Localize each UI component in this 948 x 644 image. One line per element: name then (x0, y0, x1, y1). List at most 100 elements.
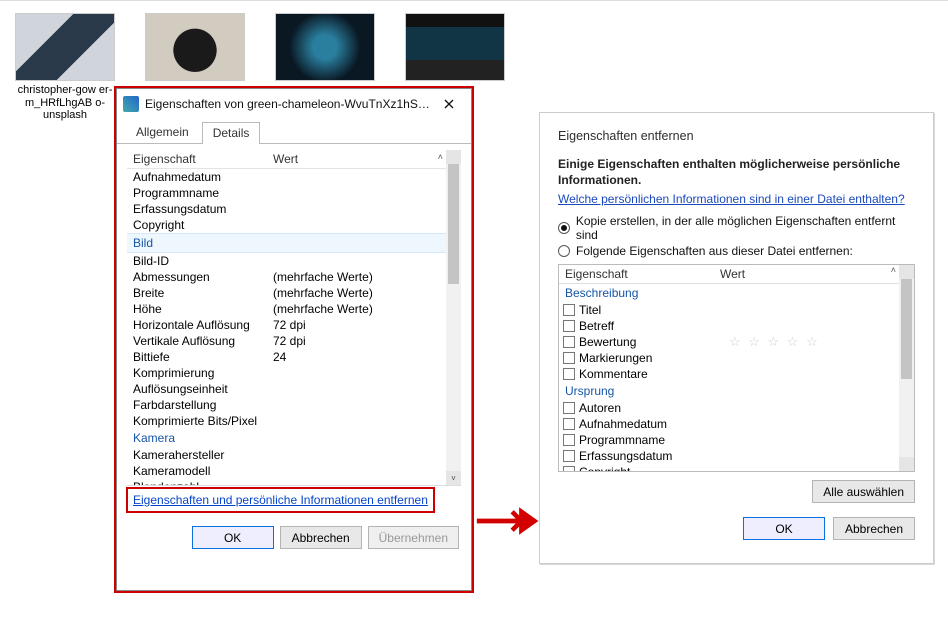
property-name: Programmname (133, 185, 273, 201)
group-beschreibung: Beschreibung (559, 284, 914, 302)
property-value: 24 (273, 349, 286, 365)
chevron-up-icon: ˄ (891, 265, 896, 275)
thumbnail-image (15, 13, 115, 81)
property-row[interactable]: Erfassungsdatum (127, 201, 461, 217)
property-row[interactable]: Kamerahersteller (127, 447, 461, 463)
col-property: Eigenschaft (133, 152, 273, 166)
property-row[interactable]: Programmname (127, 185, 461, 201)
radio-label: Kopie erstellen, in der alle möglichen E… (576, 214, 915, 242)
dialog-title: Eigenschaften von green-chameleon-WvuTnX… (145, 97, 433, 111)
close-button[interactable] (433, 92, 465, 116)
property-row[interactable]: Vertikale Auflösung72 dpi (127, 333, 461, 349)
scroll-up-icon[interactable] (899, 265, 914, 279)
property-name: Bittiefe (133, 349, 273, 365)
group-ursprung: Ursprung (559, 382, 914, 400)
property-row[interactable]: Auflösungseinheit (127, 381, 461, 397)
property-name: Auflösungseinheit (133, 381, 273, 397)
item-label: Autoren (579, 400, 621, 416)
button-row: OK Abbrechen Übernehmen (117, 518, 471, 561)
property-row[interactable]: Blendenzahl (127, 479, 461, 486)
property-name: Kamerahersteller (133, 447, 273, 463)
scroll-down-icon[interactable]: ˅ (446, 471, 461, 485)
item-label: Programmname (579, 432, 665, 448)
checkbox[interactable] (563, 368, 575, 380)
col-property: Eigenschaft (559, 265, 714, 283)
item-label: Titel (579, 302, 601, 318)
help-link[interactable]: Welche persönlichen Informationen sind i… (558, 192, 905, 206)
property-list-header: Eigenschaft Wert ˄ (127, 150, 461, 169)
removable-item[interactable]: Betreff (559, 318, 914, 334)
removable-item[interactable]: Programmname (559, 432, 914, 448)
apply-button[interactable]: Übernehmen (368, 526, 459, 549)
removable-item[interactable]: Markierungen (559, 350, 914, 366)
removable-property-list[interactable]: Eigenschaft Wert ˄ Beschreibung TitelBet… (558, 264, 915, 472)
property-name: Vertikale Auflösung (133, 333, 273, 349)
ok-button[interactable]: OK (743, 517, 825, 540)
property-name: Höhe (133, 301, 273, 317)
scroll-down-icon[interactable] (899, 457, 914, 471)
property-row[interactable]: Komprimierung (127, 365, 461, 381)
removable-item[interactable]: Bewertung☆ ☆ ☆ ☆ ☆ (559, 334, 914, 350)
property-name: Komprimierte Bits/Pixel (133, 413, 273, 429)
item-label: Markierungen (579, 350, 652, 366)
scroll-up-icon[interactable] (446, 150, 461, 164)
item-label: Betreff (579, 318, 614, 334)
scrollbar-thumb[interactable] (901, 279, 912, 379)
ok-button[interactable]: OK (192, 526, 274, 549)
checkbox[interactable] (563, 450, 575, 462)
tab-details[interactable]: Details (202, 122, 261, 144)
property-row[interactable]: Kameramodell (127, 463, 461, 479)
dialog-title: Eigenschaften entfernen (558, 129, 915, 143)
remove-properties-link[interactable]: Eigenschaften und persönliche Informatio… (131, 492, 430, 508)
close-icon (444, 99, 454, 109)
thumbnail-label: christopher-gow er-m_HRfLhgAB o-unsplash (15, 84, 115, 122)
removable-item[interactable]: Erfassungsdatum (559, 448, 914, 464)
tab-general[interactable]: Allgemein (125, 121, 200, 143)
property-row[interactable]: Abmessungen(mehrfache Werte) (127, 269, 461, 285)
checkbox[interactable] (563, 418, 575, 430)
cancel-button[interactable]: Abbrechen (833, 517, 915, 540)
col-value: Wert (714, 265, 914, 283)
removable-item[interactable]: Kommentare (559, 366, 914, 382)
thumbnail-item[interactable]: christopher-gow er-m_HRfLhgAB o-unsplash (15, 13, 115, 122)
property-list[interactable]: Eigenschaft Wert ˄ AufnahmedatumProgramm… (127, 150, 461, 486)
item-label: Bewertung (579, 334, 636, 350)
property-name: Farbdarstellung (133, 397, 273, 413)
removable-item[interactable]: Autoren (559, 400, 914, 416)
property-row[interactable]: Breite(mehrfache Werte) (127, 285, 461, 301)
property-row[interactable]: Farbdarstellung (127, 397, 461, 413)
select-all-button[interactable]: Alle auswählen (812, 480, 915, 503)
property-name: Horizontale Auflösung (133, 317, 273, 333)
checkbox[interactable] (563, 336, 575, 348)
checkbox[interactable] (563, 466, 575, 472)
properties-dialog: Eigenschaften von green-chameleon-WvuTnX… (116, 88, 472, 591)
property-row[interactable]: Horizontale Auflösung72 dpi (127, 317, 461, 333)
checkbox[interactable] (563, 304, 575, 316)
checkbox[interactable] (563, 320, 575, 332)
scrollbar-vertical[interactable] (899, 265, 914, 471)
cancel-button[interactable]: Abbrechen (280, 526, 362, 549)
group-kamera: Kamera (127, 429, 461, 447)
property-row[interactable]: Copyright (127, 217, 461, 233)
property-row[interactable]: Bittiefe24 (127, 349, 461, 365)
titlebar[interactable]: Eigenschaften von green-chameleon-WvuTnX… (117, 89, 471, 119)
removable-item[interactable]: Titel (559, 302, 914, 318)
property-row[interactable]: Bild-ID (127, 253, 461, 269)
property-row[interactable]: Aufnahmedatum (127, 169, 461, 185)
property-row[interactable]: Komprimierte Bits/Pixel (127, 413, 461, 429)
scrollbar-vertical[interactable]: ˅ (446, 150, 461, 485)
checkbox[interactable] (563, 352, 575, 364)
radio-create-copy[interactable]: Kopie erstellen, in der alle möglichen E… (558, 214, 915, 242)
description-text: Einige Eigenschaften enthalten möglicher… (558, 157, 915, 188)
checkbox[interactable] (563, 402, 575, 414)
tabstrip: Allgemein Details (117, 119, 471, 144)
radio-remove-selected[interactable]: Folgende Eigenschaften aus dieser Datei … (558, 244, 915, 258)
removable-item[interactable]: Copyright (559, 464, 914, 472)
property-row[interactable]: Höhe(mehrfache Werte) (127, 301, 461, 317)
chevron-up-icon: ˄ (438, 152, 443, 162)
removable-item[interactable]: Aufnahmedatum (559, 416, 914, 432)
radio-icon (558, 222, 570, 234)
checkbox[interactable] (563, 434, 575, 446)
file-icon (123, 96, 139, 112)
scrollbar-thumb[interactable] (448, 164, 459, 284)
